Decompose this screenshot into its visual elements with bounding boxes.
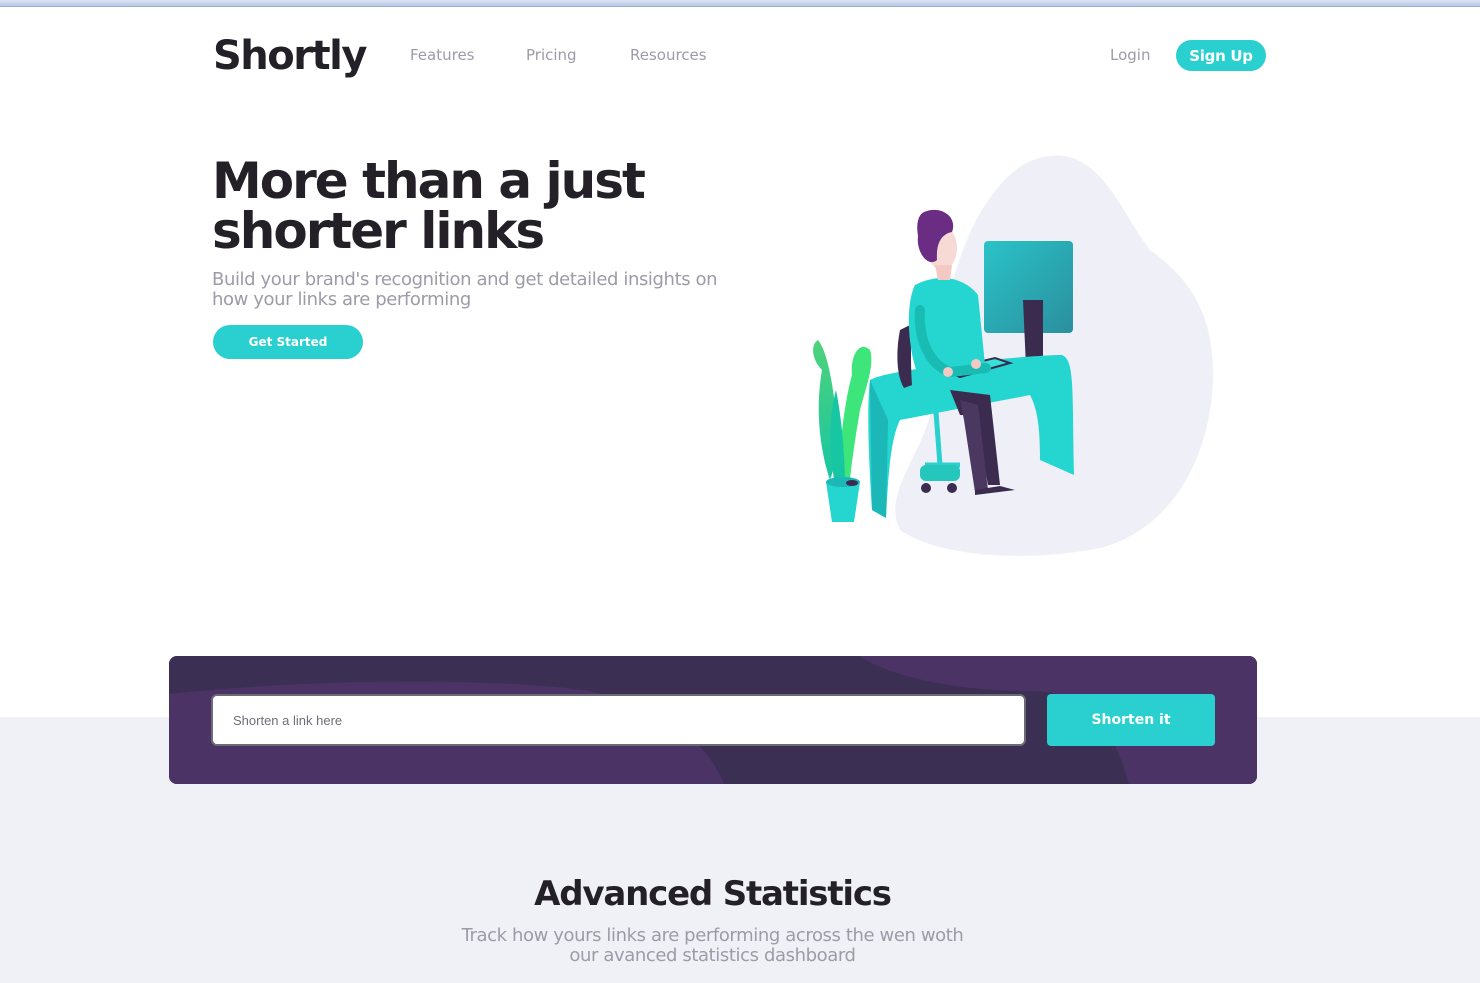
nav-features[interactable]: Features [410, 45, 475, 65]
shorten-link-input[interactable] [211, 694, 1026, 746]
hero-title: More than a just shorter links [212, 152, 646, 260]
signup-button[interactable]: Sign Up [1176, 40, 1266, 71]
get-started-button[interactable]: Get Started [213, 325, 363, 359]
login-link[interactable]: Login [1110, 45, 1150, 65]
nav-pricing[interactable]: Pricing [526, 45, 577, 65]
shorten-link-form: Shorten it [169, 656, 1257, 784]
stats-title: Advanced Statistics [534, 874, 892, 914]
working-person-illustration [813, 155, 1214, 556]
browser-top-border [0, 0, 1480, 7]
nav-resources[interactable]: Resources [630, 45, 707, 65]
stats-subtitle: Track how yours links are performing acr… [461, 925, 964, 966]
logo[interactable]: Shortly [213, 32, 367, 80]
hero-subtitle: Build your brand's recognition and get d… [212, 269, 718, 310]
shorten-button[interactable]: Shorten it [1047, 694, 1215, 746]
